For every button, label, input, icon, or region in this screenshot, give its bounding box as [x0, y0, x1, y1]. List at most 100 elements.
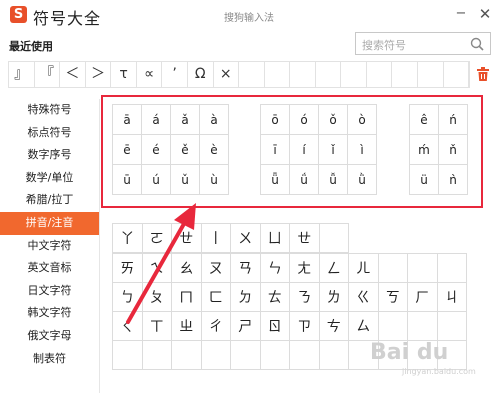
- symbol-cell[interactable]: ㄙ: [349, 312, 379, 341]
- symbol-cell[interactable]: ㄢ: [231, 254, 261, 283]
- recent-symbol[interactable]: [341, 62, 367, 87]
- symbol-cell[interactable]: ㄌ: [319, 283, 349, 312]
- recent-symbol[interactable]: τ: [111, 62, 137, 87]
- symbol-cell[interactable]: 丨: [201, 224, 231, 253]
- symbol-cell[interactable]: [437, 312, 467, 341]
- recent-symbol[interactable]: ’: [162, 62, 188, 87]
- symbol-cell[interactable]: [260, 341, 290, 370]
- symbol-cell[interactable]: [378, 312, 408, 341]
- window-subtitle: 搜狗输入法: [224, 13, 274, 24]
- symbol-cell[interactable]: ㄡ: [201, 254, 231, 283]
- title-bar: S 符号大全 搜狗输入法 − ✕: [0, 0, 500, 30]
- symbol-cell[interactable]: ㄉ: [231, 283, 261, 312]
- symbol-cell[interactable]: [231, 341, 261, 370]
- symbol-cell[interactable]: ㄈ: [201, 283, 231, 312]
- sidebar-item[interactable]: 特殊符号: [0, 99, 99, 122]
- symbol-cell[interactable]: ㄤ: [290, 254, 320, 283]
- recent-symbol[interactable]: ＜: [60, 62, 86, 87]
- sidebar-item[interactable]: 希腊/拉丁: [0, 189, 99, 212]
- symbol-cell[interactable]: [378, 254, 408, 283]
- symbol-cell[interactable]: ㄠ: [172, 254, 202, 283]
- symbol-cell[interactable]: ㄏ: [408, 283, 438, 312]
- sidebar-item[interactable]: 中文字符: [0, 235, 99, 258]
- symbol-cell[interactable]: ㄇ: [172, 283, 202, 312]
- close-button[interactable]: ✕: [476, 5, 494, 23]
- sidebar-item[interactable]: 数学/单位: [0, 167, 99, 190]
- symbol-cell[interactable]: [319, 341, 349, 370]
- symbol-cell[interactable]: ㄛ: [142, 224, 172, 253]
- symbol-cell[interactable]: [319, 224, 349, 253]
- recent-label: 最近使用: [9, 40, 53, 53]
- symbol-cell[interactable]: ㄔ: [201, 312, 231, 341]
- symbol-cell[interactable]: ㄨ: [231, 224, 261, 253]
- recent-symbol[interactable]: [392, 62, 418, 87]
- symbol-cell[interactable]: [408, 254, 438, 283]
- symbol-window: S 符号大全 搜狗输入法 − ✕ 最近使用 搜索符号 』『＜＞ τ ∝’ Ω × 特殊符…: [0, 0, 500, 393]
- symbol-cell[interactable]: ㄦ: [349, 254, 379, 283]
- symbol-cell[interactable]: [113, 341, 143, 370]
- recent-symbol[interactable]: [367, 62, 393, 87]
- symbol-cell[interactable]: [172, 341, 202, 370]
- sidebar-item[interactable]: 制表符: [0, 348, 99, 371]
- symbol-cell[interactable]: [201, 341, 231, 370]
- window-title: 符号大全: [33, 9, 102, 28]
- recent-symbol[interactable]: [316, 62, 342, 87]
- symbol-cell[interactable]: ㄗ: [290, 312, 320, 341]
- recent-symbol[interactable]: 』: [9, 62, 35, 87]
- sogou-logo-icon: S: [10, 6, 27, 23]
- symbol-cell[interactable]: [290, 341, 320, 370]
- watermark-sub: jingyan.baidu.com: [402, 367, 476, 376]
- sidebar-item[interactable]: 数字序号: [0, 144, 99, 167]
- symbol-cell[interactable]: ㄖ: [260, 312, 290, 341]
- recent-symbol[interactable]: ∝: [137, 62, 163, 87]
- watermark-text: Bai du: [370, 340, 449, 365]
- recent-symbol[interactable]: ＞: [86, 62, 112, 87]
- baidu-watermark: Bai du jingyan.baidu.com: [370, 340, 495, 380]
- minimize-button[interactable]: −: [452, 5, 470, 23]
- recent-symbol[interactable]: [265, 62, 291, 87]
- symbol-cell[interactable]: ㄥ: [319, 254, 349, 283]
- sidebar-item[interactable]: 拼音/注音: [0, 211, 99, 235]
- symbol-cell[interactable]: [142, 341, 172, 370]
- recent-symbol[interactable]: [444, 62, 470, 87]
- trash-icon[interactable]: [476, 66, 490, 82]
- recent-symbols-row: 』『＜＞ τ ∝’ Ω ×: [8, 61, 470, 88]
- symbol-cell[interactable]: ㄐ: [437, 283, 467, 312]
- symbol-cell[interactable]: ㄅ: [113, 283, 143, 312]
- search-icon[interactable]: [469, 36, 485, 52]
- search-placeholder: 搜索符号: [362, 39, 406, 52]
- symbol-cell[interactable]: ㄕ: [231, 312, 261, 341]
- zhuyin-grid-top: 丫ㄛㄝ丨ㄨㄩㄝ: [112, 223, 349, 253]
- recent-symbol[interactable]: Ω: [188, 62, 214, 87]
- symbol-cell[interactable]: [437, 254, 467, 283]
- symbol-cell[interactable]: ㄋ: [290, 283, 320, 312]
- recent-symbol[interactable]: 『: [35, 62, 61, 87]
- recent-symbol[interactable]: [418, 62, 444, 87]
- highlight-box: [101, 95, 483, 208]
- symbol-cell[interactable]: ㄟ: [142, 254, 172, 283]
- recent-symbol[interactable]: [290, 62, 316, 87]
- symbol-cell[interactable]: ㄣ: [260, 254, 290, 283]
- sidebar-item[interactable]: 标点符号: [0, 122, 99, 145]
- search-input[interactable]: 搜索符号: [355, 32, 491, 55]
- symbol-cell[interactable]: ㄝ: [172, 224, 202, 253]
- symbol-cell[interactable]: ㄊ: [260, 283, 290, 312]
- sidebar-item[interactable]: 韩文字符: [0, 302, 99, 325]
- sidebar-item[interactable]: 俄文字母: [0, 325, 99, 348]
- symbol-cell[interactable]: 丫: [113, 224, 143, 253]
- symbol-cell[interactable]: ㄍ: [349, 283, 379, 312]
- sidebar-item[interactable]: 英文音标: [0, 257, 99, 280]
- recent-symbol[interactable]: [239, 62, 265, 87]
- symbol-cell[interactable]: ㄩ: [260, 224, 290, 253]
- symbol-cell[interactable]: ㄞ: [113, 254, 143, 283]
- recent-symbol[interactable]: ×: [214, 62, 240, 87]
- symbol-cell[interactable]: ㄑ: [113, 312, 143, 341]
- symbol-cell[interactable]: ㄎ: [378, 283, 408, 312]
- symbol-cell[interactable]: ㄆ: [142, 283, 172, 312]
- symbol-cell[interactable]: ㄝ: [290, 224, 320, 253]
- symbol-cell[interactable]: ㄒ: [142, 312, 172, 341]
- sidebar-item[interactable]: 日文字符: [0, 280, 99, 303]
- symbol-cell[interactable]: ㄘ: [319, 312, 349, 341]
- symbol-cell[interactable]: ㄓ: [172, 312, 202, 341]
- symbol-cell[interactable]: [408, 312, 438, 341]
